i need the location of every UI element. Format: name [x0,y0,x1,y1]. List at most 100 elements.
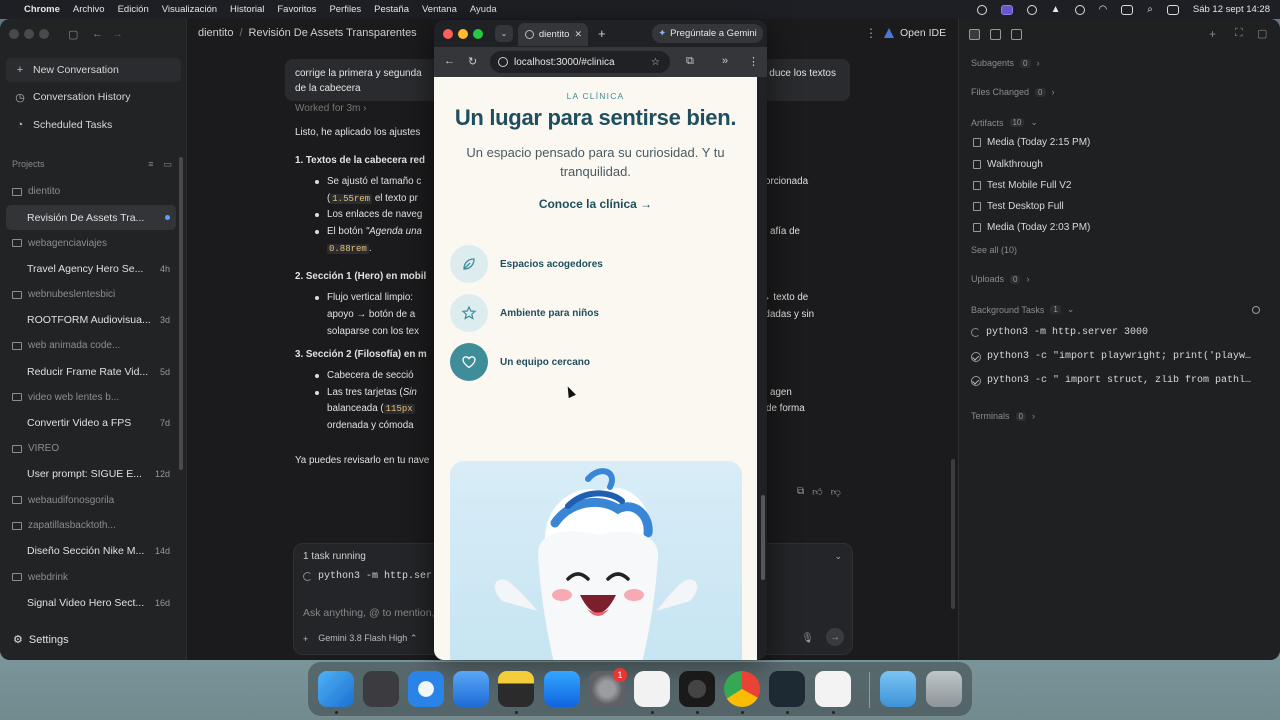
notes-icon[interactable] [498,671,534,707]
chrome-minimize-button[interactable] [458,29,468,39]
play-icon[interactable] [1074,4,1085,15]
window-minimize-button[interactable] [24,29,34,39]
background-task[interactable]: python3 -m http.server 3000 [971,327,1271,338]
menu-historial[interactable]: Historial [230,4,264,15]
project-group[interactable]: dientito [6,179,176,205]
running-task[interactable]: python3 -m http.ser [303,571,432,582]
conversation-history-button[interactable]: ◷ Conversation History [6,85,181,109]
background-task[interactable]: python3 -c "import playwright; print('pl… [971,351,1271,362]
conversation-scrollbar[interactable] [951,459,955,609]
chrome-icon[interactable] [724,671,760,707]
conversation-item[interactable]: Reducir Frame Rate Vid... 5d [6,359,176,385]
files-changed-section[interactable]: Files Changed 0 › [971,87,1055,97]
close-icon[interactable]: ✕ [574,29,582,40]
attach-plus-icon[interactable]: + [303,634,308,644]
project-group[interactable]: webagenciaviajes [6,230,176,256]
bookmark-star-icon[interactable]: ☆ [651,57,660,68]
panel-browser-icon[interactable] [1011,29,1022,40]
clinic-link[interactable]: Conoce la clínica → [434,197,757,211]
menu-app-name[interactable]: Chrome [24,4,60,15]
downloads-folder-icon[interactable] [880,671,916,707]
window-zoom-button[interactable] [39,29,49,39]
chatgpt-icon[interactable] [634,671,670,707]
sidebar-scrollbar[interactable] [179,157,183,470]
breadcrumb-project[interactable]: dientito [198,27,233,39]
panel-files-icon[interactable] [990,29,1001,40]
artifact-item[interactable]: Walkthrough [973,159,1043,170]
tab-search-button[interactable]: ⌄ [495,25,513,42]
mail-icon[interactable] [453,671,489,707]
artifact-item[interactable]: Media (Today 2:15 PM) [973,137,1090,148]
status-icon[interactable] [976,4,987,15]
finder-icon[interactable] [318,671,354,707]
conversation-item[interactable]: Revisión De Assets Tra... [6,204,176,231]
project-group[interactable]: web animada code... [6,333,176,359]
control-center-icon[interactable] [1166,4,1179,15]
chrome-menu-icon[interactable]: ⋮ [748,55,759,68]
artifacts-section[interactable]: Artifacts 10 ⌄ [971,117,1038,128]
reload-button[interactable]: ↻ [468,55,477,68]
worked-duration[interactable]: Worked for 3m › [295,103,367,114]
safari-icon[interactable] [408,671,444,707]
gemini-button[interactable]: ✦ Pregúntale a Gemini [652,24,763,43]
app-store-icon[interactable] [544,671,580,707]
chrome-zoom-button[interactable] [473,29,483,39]
artifact-item[interactable]: Media (Today 2:03 PM) [973,222,1090,233]
background-tasks-section[interactable]: Background Tasks 1 ⌄ [971,304,1074,315]
menu-perfiles[interactable]: Perfiles [329,4,361,15]
conversation-item[interactable]: User prompt: SIGUE E... 12d [6,462,176,488]
window-close-button[interactable] [9,29,19,39]
chrome-page-scrollbar[interactable] [761,495,765,580]
menu-pestana[interactable]: Pestaña [374,4,409,15]
sidebar-toggle-icon[interactable]: ▢ [68,28,78,41]
forward-icon[interactable]: → [112,28,123,40]
conversation-item[interactable]: Signal Video Hero Sect... 16d [6,590,176,616]
menu-visualizacion[interactable]: Visualización [162,4,217,15]
arrow-icon[interactable]: ▲ [1051,4,1061,15]
copy-icon[interactable]: ⧉ [797,486,804,498]
wifi-icon[interactable]: ◠ [1099,4,1108,15]
background-task[interactable]: python3 -c " import struct, zlib from pa… [971,375,1271,386]
site-info-icon[interactable] [498,57,508,67]
conversation-item[interactable]: ROOTFORM Audiovisua... 3d [6,307,176,333]
menubar-datetime[interactable]: Sáb 12 sept 14:28 [1193,4,1270,15]
menu-edicion[interactable]: Edición [118,4,149,15]
browser-tab[interactable]: dientito ✕ [518,23,588,46]
arc-icon[interactable] [815,671,851,707]
see-all-link[interactable]: See all (10) [971,245,1017,255]
project-group[interactable]: VIREO [6,436,176,462]
running-tasks-label[interactable]: 1 task running [303,551,366,562]
menu-ventana[interactable]: Ventana [422,4,457,15]
uploads-section[interactable]: Uploads 0 › [971,274,1029,284]
artifact-item[interactable]: Test Desktop Full [973,201,1064,212]
address-bar[interactable]: localhost:3000/#clinica ☆ [490,51,670,73]
thumbs-down-icon[interactable]: 👎︎ [831,486,841,498]
more-options-icon[interactable]: ⋮ [865,26,877,40]
project-group[interactable]: video web lentes b... [6,385,176,411]
thumbs-up-icon[interactable]: 👍︎ [812,486,822,498]
sync-icon[interactable] [1026,4,1037,15]
more-tools-icon[interactable]: » [722,55,728,67]
battery-icon[interactable] [1121,4,1134,15]
conversation-item[interactable]: Convertir Video a FPS 7d [6,410,176,436]
app-status-icon[interactable] [1000,4,1013,15]
settings-icon[interactable] [1252,306,1260,314]
project-group[interactable]: webdrink [6,564,176,590]
open-ide-button[interactable]: Open IDE [884,27,946,39]
send-button[interactable]: → [826,628,844,646]
panel-toggle-icon[interactable]: ▢ [1257,27,1267,40]
terminals-section[interactable]: Terminals 0 › [971,411,1035,421]
artifact-item[interactable]: Test Mobile Full V2 [973,180,1071,191]
extensions-icon[interactable]: ⧉ [686,55,694,68]
filter-icon[interactable]: ≡ [148,159,153,170]
menu-favoritos[interactable]: Favoritos [277,4,316,15]
obs-icon[interactable] [679,671,715,707]
microphone-icon[interactable]: 🎙︎ [801,633,814,644]
project-group[interactable]: webnubeslentesbici [6,282,176,308]
panel-tab-icon[interactable] [969,29,980,40]
model-selector[interactable]: Gemini 3.8 Flash High ⌃ [318,633,417,644]
project-group[interactable]: webaudifonosgorila [6,487,176,513]
new-folder-icon[interactable]: ▭ [163,159,172,170]
menu-ayuda[interactable]: Ayuda [470,4,497,15]
back-icon[interactable]: ← [92,28,103,40]
